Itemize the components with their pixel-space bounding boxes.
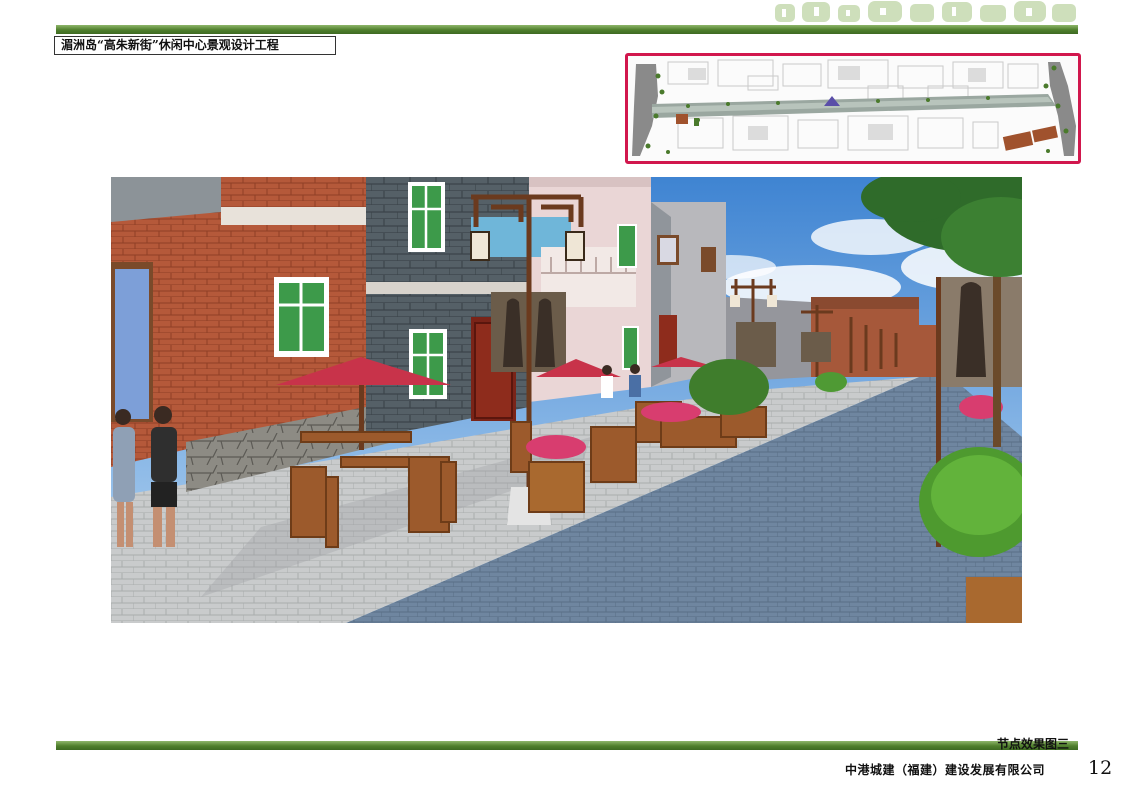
bottom-footer-bar	[56, 741, 1078, 750]
decorative-foliage	[775, 1, 1076, 22]
page-number: 12	[1088, 757, 1113, 779]
project-title: 湄洲岛“高朱新街”休闲中心景观设计工程	[54, 36, 336, 55]
site-plan-keymap	[625, 53, 1081, 164]
company-name: 中港城建（福建）建设发展有限公司	[845, 763, 1046, 777]
street-rendering	[111, 177, 1022, 623]
drawing-caption: 节点效果图三	[996, 737, 1069, 751]
